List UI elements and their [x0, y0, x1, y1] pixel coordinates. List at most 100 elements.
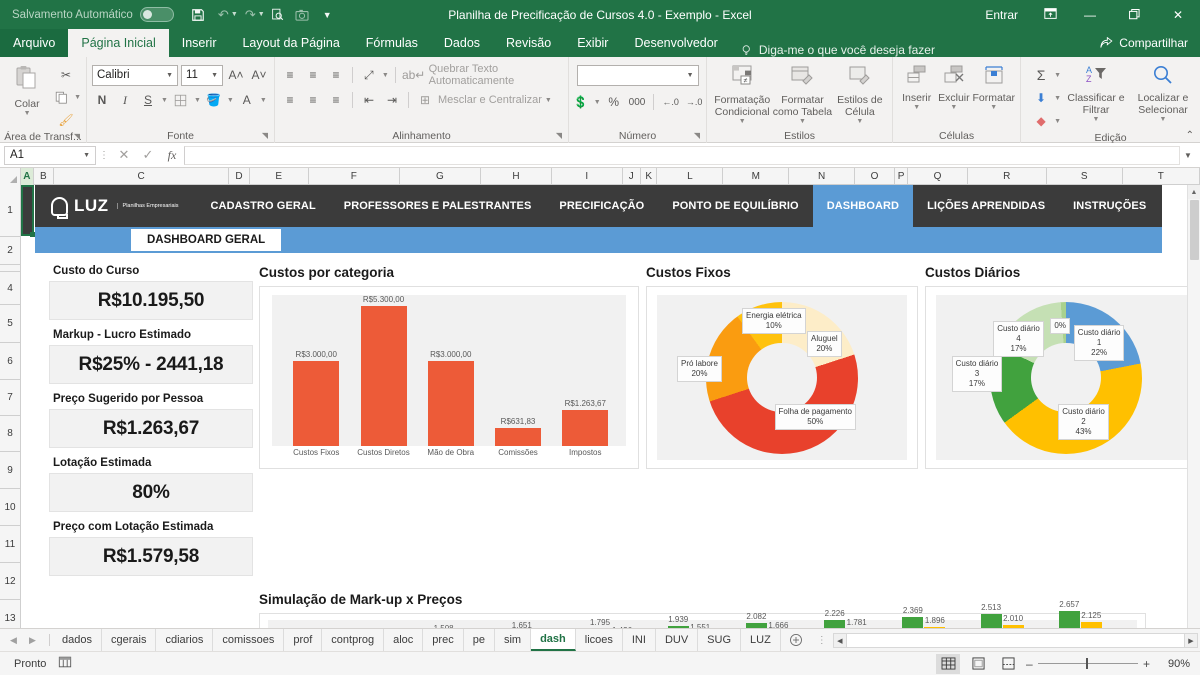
sheet-tab-ini[interactable]: INI	[623, 629, 656, 651]
share-button[interactable]: Compartilhar	[1100, 29, 1200, 57]
tell-me-box[interactable]: Diga-me o que você deseja fazer	[741, 43, 935, 57]
conditional-formatting-dropdown-icon[interactable]: ▼	[739, 118, 746, 126]
page-break-preview-icon[interactable]	[996, 654, 1020, 674]
row-header-12[interactable]: 12	[0, 563, 20, 600]
col-header-O[interactable]: O	[855, 168, 895, 185]
sort-filter-button[interactable]: AZ Classificar e Filtrar ▼	[1065, 62, 1127, 124]
col-header-P[interactable]: P	[895, 168, 909, 185]
tab-arquivo[interactable]: Arquivo	[0, 29, 68, 57]
horizontal-scrollbar[interactable]: ◀ ▶	[833, 629, 1200, 652]
group-20pct[interactable]: 1.508 1.206	[433, 611, 476, 628]
sign-in-button[interactable]: Entrar	[971, 8, 1032, 22]
format-painter-icon[interactable]: 🖌	[51, 109, 81, 130]
col-header-H[interactable]: H	[481, 168, 552, 185]
decrease-font-size-icon[interactable]: A˅	[249, 65, 269, 86]
row-header-5[interactable]: 5	[0, 305, 20, 343]
autosum-icon[interactable]: Σ	[1031, 65, 1051, 86]
align-right-icon[interactable]: ≡	[326, 90, 346, 111]
normal-view-icon[interactable]	[936, 654, 960, 674]
cell-styles-button[interactable]: Estilos de Célula ▼	[833, 62, 887, 126]
row-header-6[interactable]: 6	[0, 343, 20, 380]
borders-icon[interactable]	[171, 90, 191, 111]
group-40pct[interactable]: 1.795 1.436	[590, 611, 633, 628]
col-header-M[interactable]: M	[723, 168, 789, 185]
col-header-R[interactable]: R	[968, 168, 1047, 185]
group-10pct[interactable]: 1.364 1.091	[355, 611, 398, 628]
sheet-tab-dados[interactable]: dados	[53, 629, 102, 651]
col-header-E[interactable]: E	[250, 168, 309, 185]
col-header-S[interactable]: S	[1047, 168, 1123, 185]
chart-simulacao-markup-precos[interactable]: Simulação de Mark-up x Preços 1.221 976	[259, 592, 1146, 628]
delete-cells-dropdown-icon[interactable]: ▼	[950, 104, 957, 112]
insert-cells-dropdown-icon[interactable]: ▼	[913, 104, 920, 112]
col-header-D[interactable]: D	[229, 168, 249, 185]
zoom-thumb[interactable]	[1086, 658, 1088, 669]
alignment-dialog-launcher[interactable]: ◥	[556, 131, 562, 140]
group-0pct[interactable]: 1.221 976	[277, 611, 320, 628]
format-as-table-dropdown-icon[interactable]: ▼	[799, 118, 806, 126]
decrease-indent-icon[interactable]: ⇤	[359, 90, 379, 111]
group-100pct[interactable]: 2.657 2.125	[1059, 611, 1102, 628]
tab-inserir[interactable]: Inserir	[169, 29, 230, 57]
insert-cells-button[interactable]: Inserir ▼	[898, 62, 935, 112]
italic-button[interactable]: I	[115, 90, 135, 111]
align-left-icon[interactable]: ≡	[280, 90, 300, 111]
name-box-dropdown-icon[interactable]: ▼	[83, 152, 90, 159]
subtab-dashboard-geral[interactable]: DASHBOARD GERAL	[131, 229, 281, 251]
group-50pct[interactable]: 1.939 1.551	[668, 611, 711, 628]
underline-dropdown-icon[interactable]: ▼	[161, 97, 168, 104]
wrap-text-label[interactable]: Quebrar Texto Automaticamente	[429, 63, 563, 87]
font-color-icon[interactable]: A	[237, 90, 257, 111]
vertical-scroll-thumb[interactable]	[1190, 200, 1199, 260]
sheet-tab-overflow-icon[interactable]: ⋮	[817, 629, 827, 651]
zoom-level[interactable]: 90%	[1156, 658, 1190, 670]
confirm-edit-icon[interactable]: ✓	[136, 147, 160, 163]
group-30pct[interactable]: 1.651 1.321	[511, 611, 554, 628]
currency-format-icon[interactable]: 💲	[571, 92, 591, 113]
comma-format-icon[interactable]: 000	[627, 92, 648, 113]
clipboard-dialog-launcher[interactable]: ◥	[74, 132, 80, 141]
group-80pct[interactable]: 2.369 1.896	[902, 611, 945, 628]
col-header-G[interactable]: G	[400, 168, 481, 185]
restore-button[interactable]	[1112, 0, 1156, 29]
scroll-left-icon[interactable]: ◀	[833, 633, 847, 648]
paste-button[interactable]: Colar ▼	[5, 62, 49, 118]
align-bottom-icon[interactable]: ≡	[326, 65, 346, 86]
sheet-tab-prec[interactable]: prec	[423, 629, 463, 651]
orientation-icon[interactable]: ⤢	[359, 65, 379, 86]
tab-pagina-inicial[interactable]: Página Inicial	[68, 29, 168, 57]
zoom-out-icon[interactable]: –	[1026, 657, 1033, 671]
selected-cell-a1[interactable]	[21, 185, 34, 236]
tab-desenvolvedor[interactable]: Desenvolvedor	[621, 29, 730, 57]
group-70pct[interactable]: 2.226 1.781	[824, 611, 867, 628]
select-all-corner[interactable]	[0, 168, 21, 185]
zoom-in-icon[interactable]: +	[1143, 657, 1150, 671]
autosave-toggle[interactable]	[140, 7, 174, 22]
row-header-4[interactable]: 4	[0, 272, 20, 305]
chart-custos-fixos[interactable]: Custos Fixos Aluguel 20% Folha de pagame…	[646, 265, 918, 585]
col-header-I[interactable]: I	[552, 168, 623, 185]
bar-mao-de-obra[interactable]: R$3.000,00	[428, 295, 474, 446]
sheet-tab-licoes[interactable]: licoes	[576, 629, 623, 651]
row-header-13[interactable]: 13	[0, 600, 20, 628]
nav-dashboard[interactable]: DASHBOARD	[813, 185, 913, 227]
camera-icon[interactable]	[290, 4, 315, 26]
nav-instrucoes[interactable]: INSTRUÇÕES	[1059, 185, 1160, 227]
row-header-3[interactable]: 3	[0, 265, 20, 272]
font-size-box[interactable]: 11 ▼	[181, 65, 223, 86]
format-as-table-button[interactable]: Formatar como Tabela ▼	[772, 62, 832, 126]
format-cells-dropdown-icon[interactable]: ▼	[990, 104, 997, 112]
increase-decimal-icon[interactable]: ←.0	[660, 92, 681, 113]
fill-icon[interactable]: ⬇	[1031, 88, 1051, 109]
zoom-track[interactable]	[1038, 663, 1138, 664]
find-select-dropdown-icon[interactable]: ▼	[1160, 116, 1167, 124]
formula-input[interactable]	[184, 146, 1180, 165]
col-header-K[interactable]: K	[641, 168, 657, 185]
col-header-J[interactable]: J	[623, 168, 641, 185]
decrease-decimal-icon[interactable]: →.0	[684, 92, 705, 113]
bold-button[interactable]: N	[92, 90, 112, 111]
row-header-7[interactable]: 7	[0, 380, 20, 416]
scroll-up-icon[interactable]: ▲	[1188, 185, 1200, 199]
percent-format-icon[interactable]: %	[604, 92, 624, 113]
col-header-C[interactable]: C	[54, 168, 229, 185]
